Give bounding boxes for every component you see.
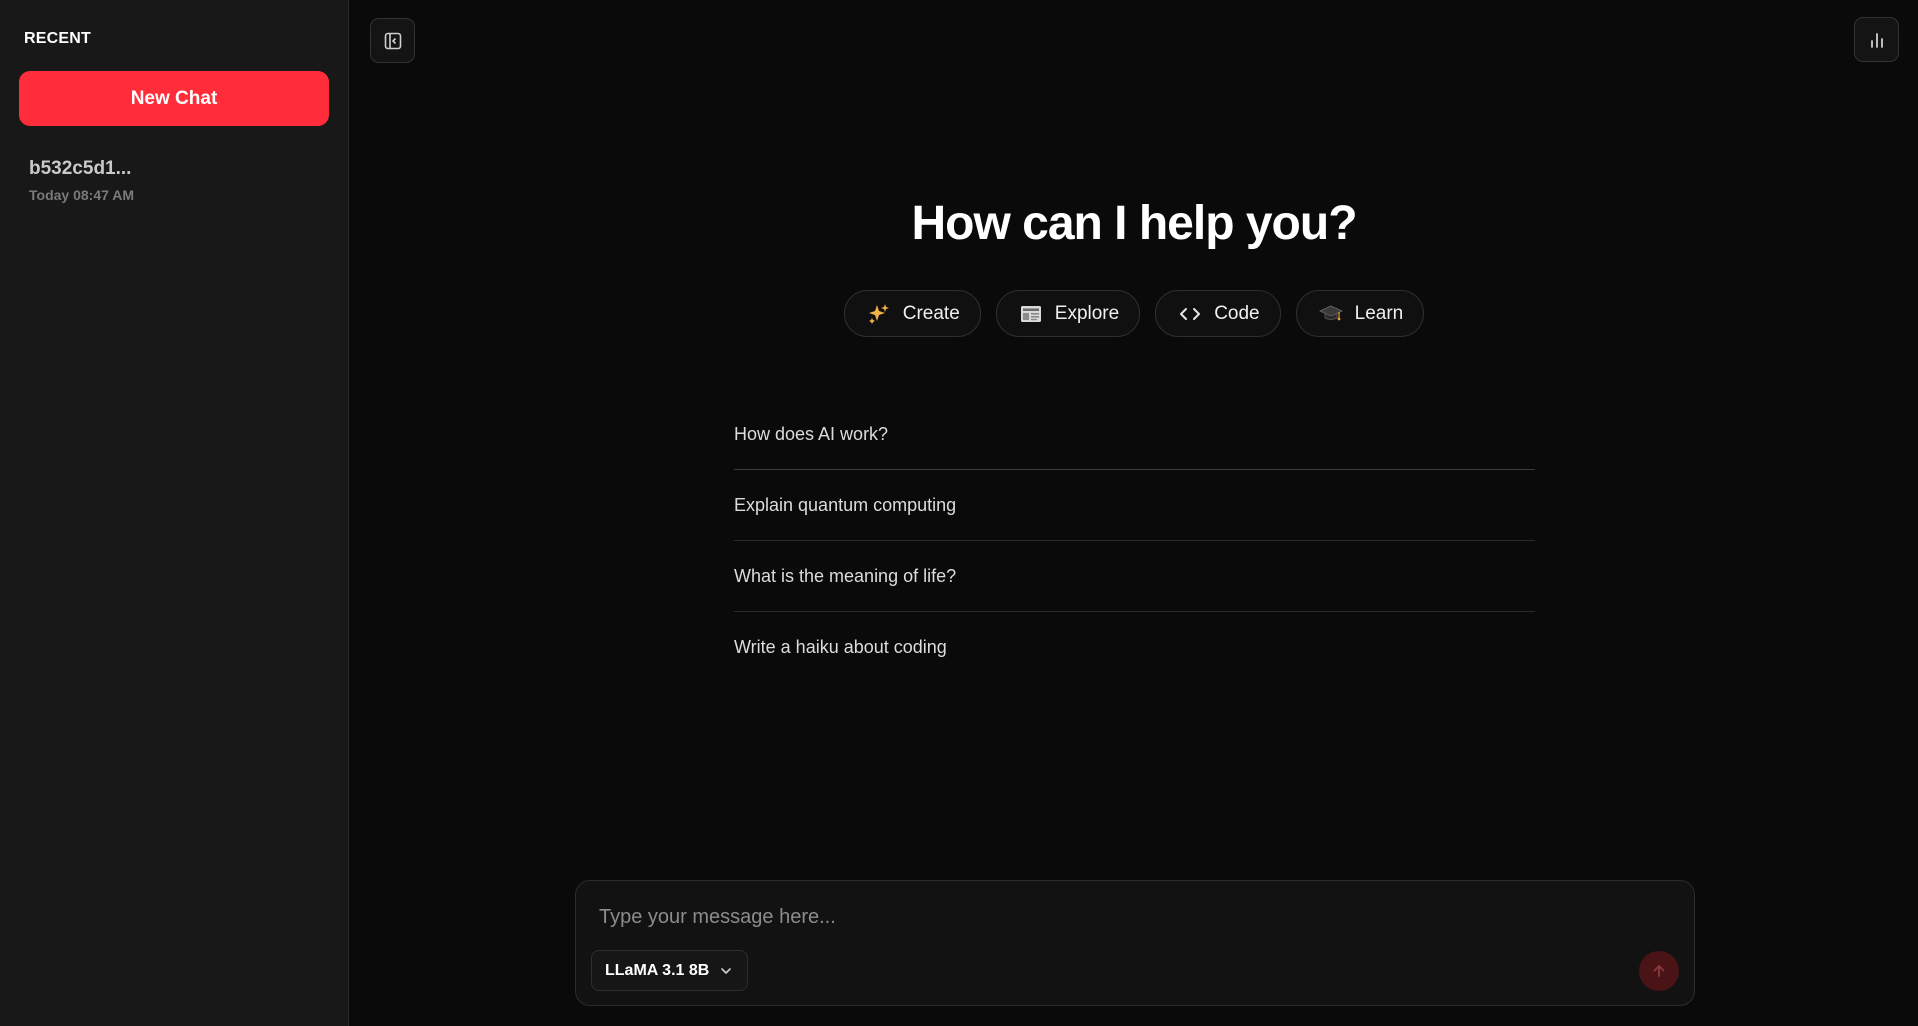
learn-label: Learn — [1354, 302, 1404, 324]
create-button[interactable]: Create — [843, 290, 981, 337]
suggestion-item[interactable]: How does AI work? — [734, 399, 1535, 470]
learn-button[interactable]: Learn — [1295, 290, 1425, 337]
chat-history-timestamp: Today 08:47 AM — [29, 187, 135, 203]
code-button[interactable]: Code — [1155, 290, 1281, 337]
chevron-down-icon — [721, 967, 732, 974]
suggestion-item[interactable]: Write a haiku about coding — [734, 612, 1535, 683]
chat-history-title: b532c5d1... — [29, 158, 132, 179]
explore-label: Explore — [1054, 302, 1120, 324]
collapse-sidebar-button[interactable] — [370, 18, 415, 63]
category-buttons: Create Explore Code Learn — [350, 290, 1918, 337]
send-button[interactable] — [1639, 951, 1679, 991]
app: RECENT New Chat b532c5d1... Today 08:47 … — [0, 0, 1918, 1026]
message-composer: LLaMA 3.1 8B — [575, 880, 1695, 1006]
create-label: Create — [902, 302, 960, 324]
sidebar-collapse-icon — [384, 32, 401, 49]
stats-button[interactable] — [1854, 17, 1899, 62]
chat-history-item[interactable]: b532c5d1... Today 08:47 AM — [29, 158, 319, 203]
new-chat-button[interactable]: New Chat — [19, 71, 329, 126]
code-brackets-icon — [1178, 302, 1202, 326]
model-selector[interactable]: LLaMA 3.1 8B — [591, 950, 749, 991]
page-title: How can I help you? — [911, 197, 1357, 250]
recent-heading: RECENT — [24, 30, 91, 47]
graduation-cap-icon — [1318, 302, 1343, 326]
suggestion-item[interactable]: What is the meaning of life? — [734, 541, 1535, 612]
sidebar: RECENT New Chat b532c5d1... Today 08:47 … — [0, 0, 349, 1026]
suggestion-list: How does AI work? Explain quantum comput… — [734, 399, 1535, 683]
message-input[interactable] — [599, 899, 1599, 935]
sparkles-icon — [867, 302, 891, 326]
code-label: Code — [1214, 302, 1260, 324]
arrow-up-icon — [1653, 965, 1665, 977]
bar-chart-icon — [1870, 32, 1883, 48]
explore-button[interactable]: Explore — [995, 290, 1141, 337]
newspaper-icon — [1019, 302, 1043, 326]
suggestion-item[interactable]: Explain quantum computing — [734, 470, 1535, 541]
model-selector-label: LLaMA 3.1 8B — [605, 961, 710, 979]
